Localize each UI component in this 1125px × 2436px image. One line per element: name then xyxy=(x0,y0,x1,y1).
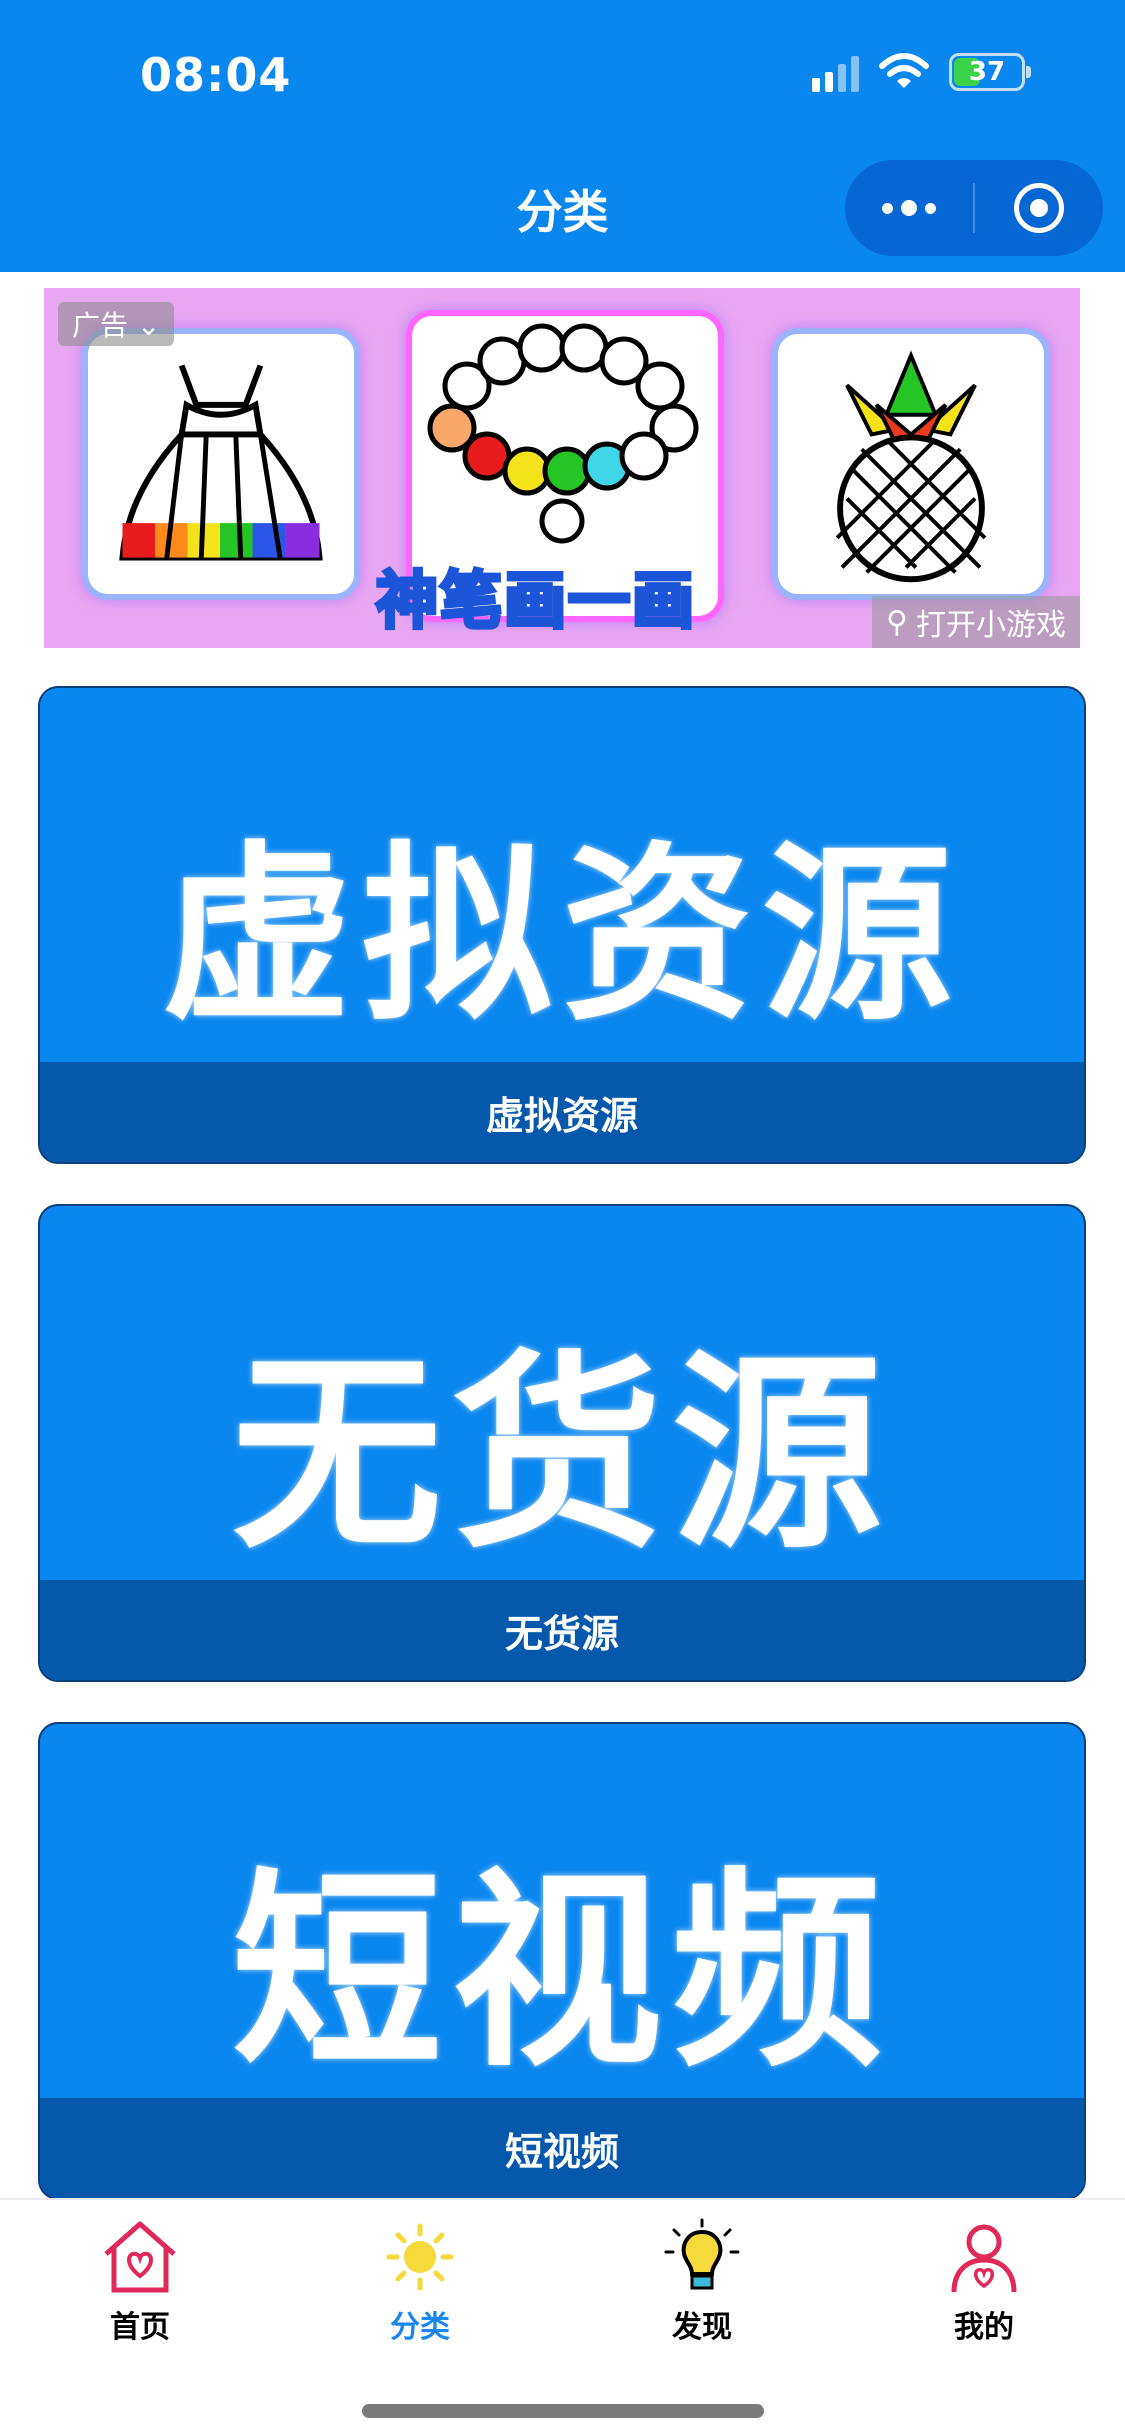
category-banner-text: 无货源 xyxy=(231,1332,892,1577)
home-indicator xyxy=(362,2404,764,2418)
tab-label: 我的 xyxy=(954,2310,1014,2345)
battery-icon: 37 xyxy=(949,53,1031,91)
tab-category[interactable]: 分类 xyxy=(320,2218,520,2346)
ad-banner[interactable]: 广告 ⌄ 神笔画一画 ⚲ 打开小游戏 xyxy=(44,288,1080,648)
dress-icon xyxy=(119,364,323,561)
lightbulb-icon xyxy=(664,2218,740,2290)
wifi-icon xyxy=(879,53,929,88)
category-label: 虚拟资源 xyxy=(40,1062,1084,1162)
category-banner-text: 虚拟资源 xyxy=(161,824,962,1046)
tab-label: 分类 xyxy=(390,2310,450,2345)
open-minigame-label: 打开小游戏 xyxy=(916,608,1066,643)
battery-level: 37 xyxy=(968,57,1006,87)
top-bar: 08:04 37 分类 xyxy=(0,0,1125,272)
home-heart-icon xyxy=(104,2221,176,2293)
category-card-short-video[interactable]: 短视频 短视频 xyxy=(38,1722,1086,2200)
pineapple-icon xyxy=(835,350,987,583)
status-time: 08:04 xyxy=(140,48,292,102)
category-card-no-source[interactable]: 无货源 无货源 xyxy=(38,1204,1086,1682)
target-icon xyxy=(1014,183,1064,233)
link-icon: ⚲ xyxy=(886,604,908,640)
ad-pineapple-image xyxy=(772,328,1050,600)
sun-icon xyxy=(386,2223,454,2291)
mini-program-capsule xyxy=(845,160,1103,256)
ad-game-logo: 神笔画一画 xyxy=(374,562,697,639)
open-minigame-button[interactable]: ⚲ 打开小游戏 xyxy=(872,596,1080,648)
ad-dress-image xyxy=(82,328,360,600)
more-dots-icon xyxy=(882,200,936,216)
tab-label: 首页 xyxy=(110,2310,170,2345)
category-card-virtual-resources[interactable]: 虚拟资源 虚拟资源 xyxy=(38,686,1086,1164)
category-label: 短视频 xyxy=(40,2098,1084,2198)
bottom-tab-bar: 首页 分类 发现 我的 xyxy=(0,2198,1125,2436)
tab-label: 发现 xyxy=(672,2310,732,2345)
user-heart-icon xyxy=(951,2224,1017,2293)
tab-discover[interactable]: 发现 xyxy=(602,2218,802,2346)
more-button[interactable] xyxy=(845,160,973,256)
tab-home[interactable]: 首页 xyxy=(40,2218,240,2346)
category-label: 无货源 xyxy=(40,1580,1084,1680)
status-indicators: 37 xyxy=(812,52,1031,92)
ad-tag[interactable]: 广告 ⌄ xyxy=(58,302,175,346)
close-miniprogram-button[interactable] xyxy=(975,160,1103,256)
category-banner-text: 短视频 xyxy=(231,1850,892,2095)
tab-mine[interactable]: 我的 xyxy=(884,2218,1084,2346)
cellular-signal-icon xyxy=(812,52,859,92)
